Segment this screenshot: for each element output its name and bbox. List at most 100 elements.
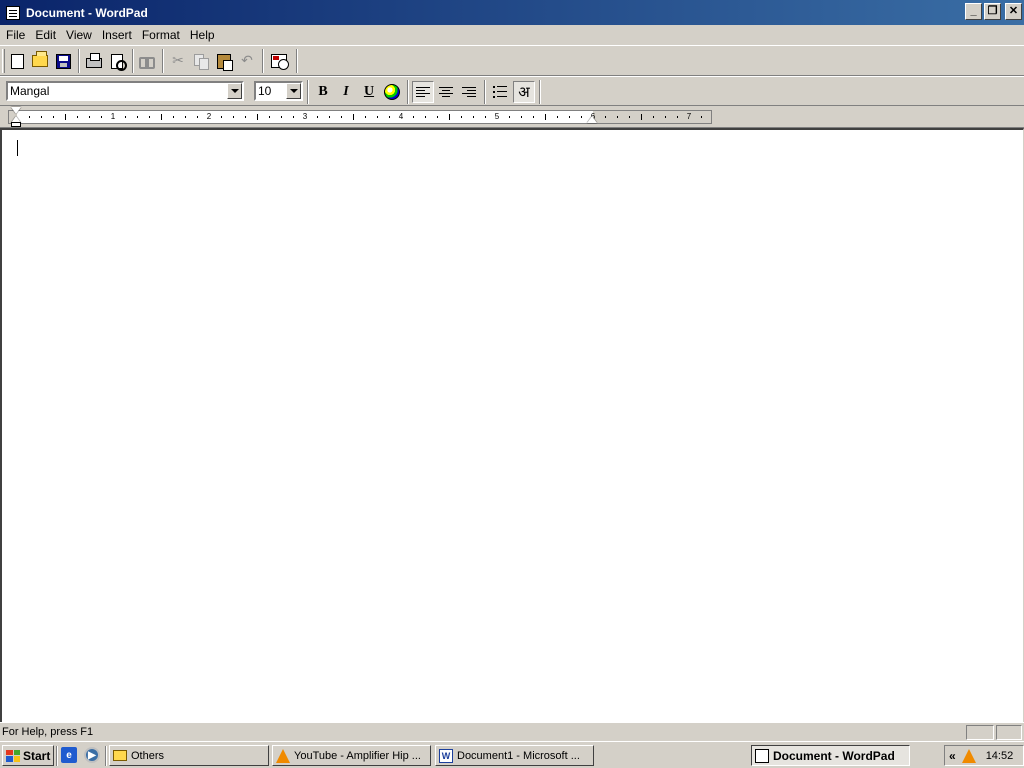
restore-icon: ❐ [987, 5, 998, 17]
ruler-dot [413, 116, 414, 118]
chevron-down-icon[interactable] [286, 83, 301, 99]
first-line-indent-marker[interactable] [11, 107, 21, 114]
font-size-value: 10 [258, 84, 272, 98]
ruler-half-tick [641, 114, 642, 120]
ruler-dot [293, 116, 294, 118]
menu-edit[interactable]: Edit [30, 26, 61, 44]
ruler-half-tick [65, 114, 66, 120]
chevron-down-icon[interactable] [227, 83, 242, 99]
paste-icon [217, 53, 233, 71]
ruler-number: 3 [302, 112, 308, 121]
menu-help[interactable]: Help [185, 26, 220, 44]
find-button[interactable] [136, 50, 158, 72]
vlc-tray-icon[interactable] [961, 748, 976, 763]
ruler-half-tick [161, 114, 162, 120]
align-center-button[interactable] [435, 81, 457, 103]
internet-explorer-icon[interactable]: e [61, 747, 77, 763]
toolbar-separator [162, 49, 164, 73]
status-panel [996, 725, 1022, 740]
align-left-button[interactable] [412, 81, 434, 103]
ruler-dot [329, 116, 330, 118]
minimize-button[interactable]: _ [965, 3, 982, 20]
ruler-half-tick [545, 114, 546, 120]
ruler[interactable]: 1234567 [8, 110, 712, 124]
copy-icon [194, 54, 209, 70]
system-tray: « 14:52 [944, 745, 1024, 766]
underline-button[interactable]: U [358, 81, 380, 103]
font-size-combo[interactable]: 10 [254, 81, 303, 101]
italic-icon: I [343, 84, 349, 99]
clock[interactable]: 14:52 [986, 750, 1014, 762]
ruler-dot [437, 116, 438, 118]
ruler-dot [677, 116, 678, 118]
ruler-dot [137, 116, 138, 118]
toolbar-grip[interactable] [2, 49, 5, 73]
align-right-icon [462, 86, 476, 98]
task-label: Others [131, 749, 165, 762]
menu-insert[interactable]: Insert [97, 26, 137, 44]
ruler-half-tick [353, 114, 354, 120]
close-button[interactable]: ✕ [1005, 3, 1022, 20]
ruler-dot [221, 116, 222, 118]
open-button[interactable] [29, 50, 51, 72]
menu-view[interactable]: View [61, 26, 97, 44]
standard-toolbar: ✂ ↶ [0, 45, 1024, 76]
date-time-icon [271, 54, 289, 70]
ruler-dot [533, 116, 534, 118]
print-button[interactable] [83, 50, 105, 72]
italic-button[interactable]: I [335, 81, 357, 103]
left-indent-box[interactable] [11, 122, 21, 127]
save-button[interactable] [52, 50, 74, 72]
task-label: YouTube - Amplifier Hip ... [294, 749, 421, 762]
ruler-dot [125, 116, 126, 118]
ruler-dot [29, 116, 30, 118]
scissors-icon: ✂ [172, 53, 184, 69]
toolbar-separator [78, 49, 80, 73]
ruler-dot [617, 116, 618, 118]
color-button[interactable] [381, 81, 403, 103]
document-editor[interactable] [0, 128, 1024, 722]
right-indent-marker[interactable] [587, 116, 597, 123]
ruler-dot [341, 116, 342, 118]
show-hidden-icons-chevron[interactable]: « [949, 749, 956, 763]
ruler-dot [485, 116, 486, 118]
ruler-dot [197, 116, 198, 118]
date-time-button[interactable] [268, 50, 290, 72]
ruler-dot [101, 116, 102, 118]
ruler-dot [521, 116, 522, 118]
copy-button[interactable] [190, 50, 212, 72]
wordpad-app-icon[interactable] [6, 5, 20, 20]
task-document1-word[interactable]: W Document1 - Microsoft ... [435, 745, 594, 766]
ruler-dot [389, 116, 390, 118]
bold-button[interactable]: B [312, 81, 334, 103]
window-controls: _ ❐ ✕ [965, 3, 1022, 20]
reading-order-button[interactable]: अ [513, 81, 535, 103]
binoculars-icon [139, 55, 155, 69]
vlc-icon [276, 748, 290, 763]
cut-button[interactable]: ✂ [167, 50, 189, 72]
format-toolbar: Mangal 10 B I U अ [0, 76, 1024, 106]
paste-button[interactable] [213, 50, 235, 72]
ruler-dot [461, 116, 462, 118]
print-preview-button[interactable] [106, 50, 128, 72]
wordpad-icon [755, 748, 769, 763]
title-bar[interactable]: Document - WordPad _ ❐ ✕ [0, 0, 1024, 25]
start-button[interactable]: Start [2, 745, 54, 766]
font-name-combo[interactable]: Mangal [6, 81, 244, 101]
task-document-wordpad[interactable]: Document - WordPad [751, 745, 910, 766]
restore-button[interactable]: ❐ [984, 3, 1001, 20]
menu-format[interactable]: Format [137, 26, 185, 44]
ruler-half-tick [449, 114, 450, 120]
task-youtube[interactable]: YouTube - Amplifier Hip ... [272, 745, 431, 766]
media-player-icon[interactable]: ▶ [84, 747, 100, 763]
task-others[interactable]: Others [109, 745, 269, 766]
start-label: Start [23, 748, 51, 763]
bullets-button[interactable] [489, 81, 511, 103]
align-right-button[interactable] [458, 81, 480, 103]
new-button[interactable] [6, 50, 28, 72]
undo-button[interactable]: ↶ [236, 50, 258, 72]
menu-file[interactable]: File [1, 26, 30, 44]
ruler-number: 7 [686, 112, 692, 121]
ruler-dot [665, 116, 666, 118]
menu-bar: File Edit View Insert Format Help [0, 25, 1024, 45]
